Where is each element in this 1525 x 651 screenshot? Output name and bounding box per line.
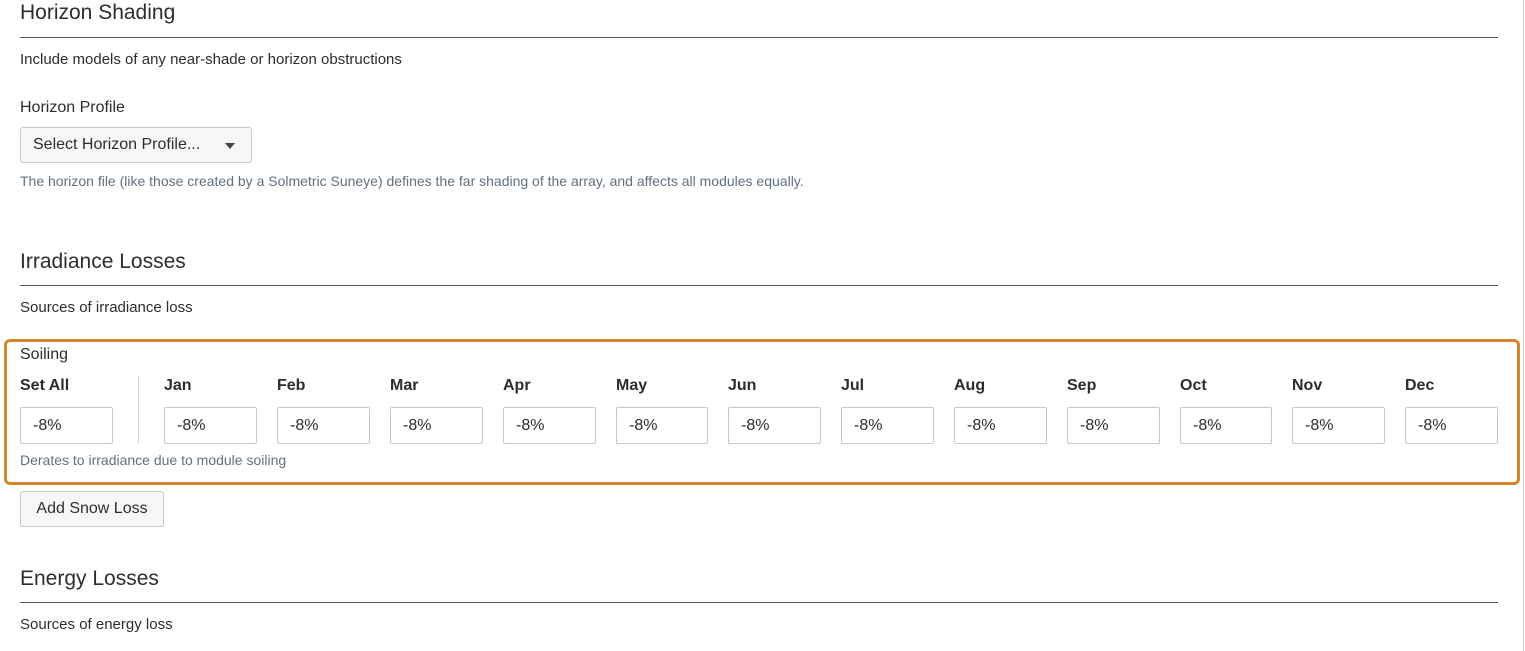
month-input-aug[interactable] [954,407,1047,444]
irradiance-description: Sources of irradiance loss [20,299,193,316]
horizon-description: Include models of any near-shade or hori… [20,51,402,68]
add-snow-loss-button[interactable]: Add Snow Loss [20,491,164,527]
month-label-jul: Jul [841,377,865,394]
month-label-oct: Oct [1180,377,1207,394]
month-input-sep[interactable] [1067,407,1160,444]
set-all-label: Set All [20,377,70,394]
month-input-apr[interactable] [503,407,596,444]
irradiance-losses-title: Irradiance Losses [20,250,186,273]
energy-divider [20,602,1498,603]
scrollbar[interactable] [1523,0,1524,651]
month-input-dec[interactable] [1405,407,1498,444]
horizon-profile-label: Horizon Profile [20,99,125,116]
set-all-input[interactable] [20,407,113,444]
irradiance-divider [20,285,1498,286]
caret-down-icon [225,143,235,149]
month-label-jun: Jun [728,377,757,394]
soiling-label: Soiling [20,346,69,363]
month-label-may: May [616,377,648,394]
horizon-help-text: The horizon file (like those created by … [20,173,804,189]
horizon-divider [20,37,1498,38]
month-label-dec: Dec [1405,377,1435,394]
month-input-feb[interactable] [277,407,370,444]
month-input-jun[interactable] [728,407,821,444]
month-input-jan[interactable] [164,407,257,444]
month-input-nov[interactable] [1292,407,1385,444]
month-label-sep: Sep [1067,377,1097,394]
month-input-may[interactable] [616,407,708,444]
soiling-help-text: Derates to irradiance due to module soil… [20,452,287,468]
energy-losses-title: Energy Losses [20,567,159,590]
set-all-divider [138,376,139,444]
month-label-mar: Mar [390,377,419,394]
energy-description: Sources of energy loss [20,616,173,633]
horizon-shading-title: Horizon Shading [20,1,176,24]
month-label-nov: Nov [1292,377,1323,394]
month-label-feb: Feb [277,377,306,394]
month-input-oct[interactable] [1180,407,1272,444]
month-input-mar[interactable] [390,407,483,444]
month-input-jul[interactable] [841,407,934,444]
month-label-jan: Jan [164,377,192,394]
horizon-profile-select[interactable]: Select Horizon Profile... [20,127,252,163]
horizon-profile-select-value: Select Horizon Profile... [33,136,201,153]
month-label-apr: Apr [503,377,531,394]
month-label-aug: Aug [954,377,986,394]
